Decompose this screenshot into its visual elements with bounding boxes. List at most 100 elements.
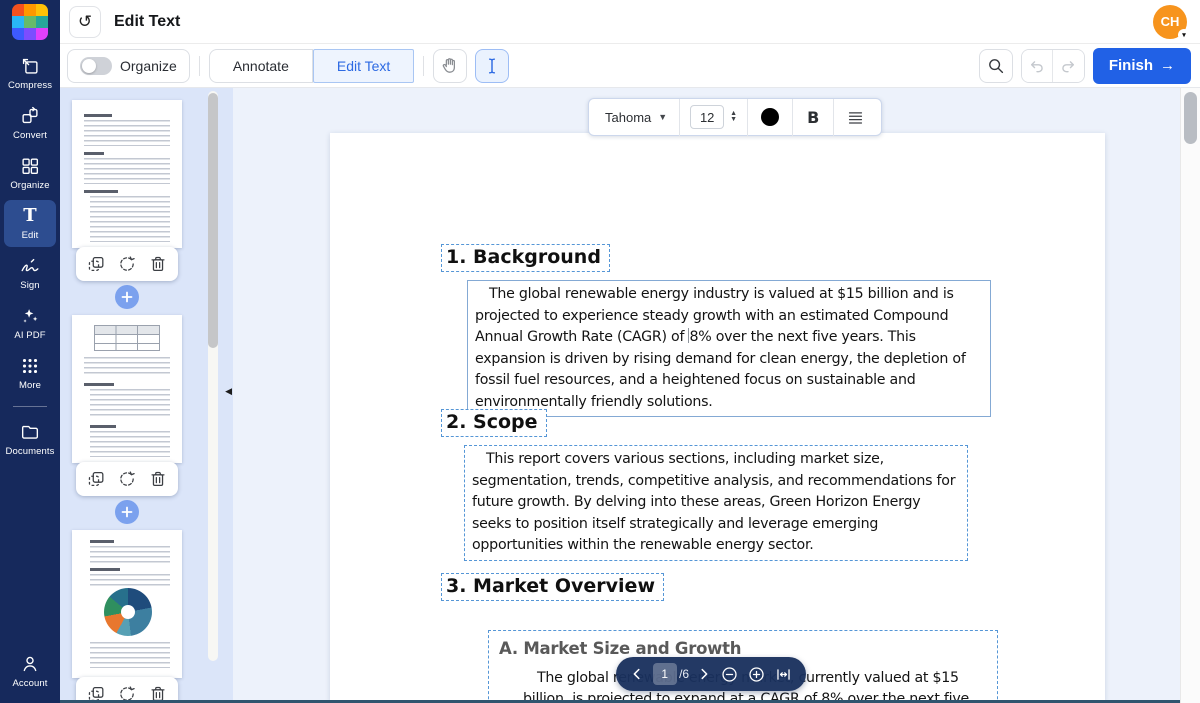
doc-heading-scope[interactable]: 2. Scope <box>441 409 547 437</box>
doc-paragraph-scope[interactable]: This report covers various sections, inc… <box>464 445 968 561</box>
text-color-swatch[interactable] <box>761 108 779 126</box>
decrease-size-icon[interactable]: ▼ <box>730 117 737 124</box>
thumbnail-panel: 1 <box>60 88 233 703</box>
app-sidebar: Compress Convert Organize T Edit Sign AI… <box>0 0 60 703</box>
next-page-button[interactable] <box>697 667 711 681</box>
duplicate-icon[interactable] <box>85 253 107 275</box>
add-page-button[interactable] <box>115 285 139 309</box>
sidebar-item-account[interactable]: Account <box>4 648 56 695</box>
sidebar-item-documents[interactable]: Documents <box>4 416 56 463</box>
app-logo[interactable] <box>12 4 48 40</box>
scrollbar-thumb[interactable] <box>208 93 218 348</box>
page-navigator: 1 /6 <box>616 657 806 691</box>
text-format-toolbar: Tahoma ▼ 12 ▲▼ B <box>588 98 882 136</box>
zoom-in-button[interactable] <box>747 665 766 684</box>
organize-toggle-button[interactable]: Organize <box>67 49 190 83</box>
toolbar-separator <box>423 56 424 76</box>
document-page[interactable]: 1. Background The global renewable energ… <box>330 133 1105 703</box>
font-size-stepper[interactable]: 12 ▲▼ <box>680 105 747 129</box>
canvas-scrollbar[interactable] <box>1180 88 1200 703</box>
grid-dots-icon <box>19 355 41 377</box>
undo-button[interactable] <box>1022 50 1053 82</box>
zoom-out-button[interactable] <box>720 665 739 684</box>
restart-button[interactable]: ↺ <box>69 6 101 38</box>
finish-button[interactable]: Finish → <box>1093 48 1191 84</box>
align-justify-button[interactable] <box>834 109 877 126</box>
sidebar-item-label: Organize <box>10 180 49 191</box>
document-canvas: 1. Background The global renewable energ… <box>233 88 1180 703</box>
rotate-icon[interactable] <box>116 468 138 490</box>
sidebar-item-compress[interactable]: Compress <box>4 50 56 97</box>
avatar[interactable]: CH ▾ <box>1153 5 1187 39</box>
pie-chart-thumbnail <box>104 588 152 636</box>
sidebar-item-label: Documents <box>6 446 55 457</box>
sidebar-item-organize[interactable]: Organize <box>4 150 56 197</box>
organize-icon <box>19 155 41 177</box>
current-page-field[interactable]: 1 <box>653 663 677 685</box>
thumbnail-actions <box>76 462 178 496</box>
chevron-down-icon: ▾ <box>1178 29 1190 41</box>
folder-icon <box>19 421 41 443</box>
sidebar-item-label: Convert <box>13 130 47 141</box>
sidebar-item-label: Account <box>12 678 47 689</box>
sidebar-item-convert[interactable]: Convert <box>4 100 56 147</box>
hand-icon <box>440 56 460 76</box>
duplicate-icon[interactable] <box>85 468 107 490</box>
arrow-right-icon: → <box>1160 57 1175 74</box>
chevron-down-icon: ▼ <box>658 112 667 122</box>
annotate-button[interactable]: Annotate <box>209 49 313 83</box>
doc-heading-market-overview[interactable]: 3. Market Overview <box>441 573 664 601</box>
sidebar-divider <box>13 406 47 407</box>
text-cursor-tool-button[interactable] <box>475 49 509 83</box>
page-thumbnail[interactable] <box>72 315 182 463</box>
ibeam-cursor-icon <box>483 56 501 76</box>
trash-icon[interactable] <box>147 253 169 275</box>
page-thumbnail[interactable] <box>72 100 182 248</box>
search-icon <box>986 56 1005 75</box>
signature-icon <box>19 255 41 277</box>
scrollbar-thumb[interactable] <box>1184 92 1197 144</box>
compress-icon <box>19 55 41 77</box>
font-family-value: Tahoma <box>605 110 651 125</box>
collapse-panel-arrow[interactable]: ◀ <box>225 386 232 397</box>
sidebar-item-more[interactable]: More <box>4 350 56 397</box>
sparkles-icon <box>19 305 41 327</box>
thumbnail-actions <box>76 247 178 281</box>
page-thumbnail-1: 1 <box>72 100 182 275</box>
toolbar-separator <box>199 56 200 76</box>
sidebar-item-label: Compress <box>8 80 52 91</box>
search-button[interactable] <box>979 49 1013 83</box>
previous-page-button[interactable] <box>630 667 644 681</box>
organize-label: Organize <box>120 58 177 74</box>
redo-button[interactable] <box>1053 50 1084 82</box>
font-size-value[interactable]: 12 <box>690 105 724 129</box>
redo-icon <box>1059 57 1077 75</box>
sidebar-item-label: Edit <box>22 230 39 241</box>
sidebar-item-label: More <box>19 380 41 391</box>
top-header: ↺ Edit Text CH ▾ <box>60 0 1200 44</box>
edit-text-button[interactable]: Edit Text <box>313 49 414 83</box>
account-icon <box>19 653 41 675</box>
organize-toggle[interactable] <box>80 57 112 75</box>
fit-width-button[interactable] <box>775 666 792 683</box>
sidebar-item-label: Sign <box>20 280 39 291</box>
add-page-button[interactable] <box>115 500 139 524</box>
sidebar-item-sign[interactable]: Sign <box>4 250 56 297</box>
font-family-select[interactable]: Tahoma ▼ <box>593 110 679 125</box>
page-thumbnail[interactable] <box>72 530 182 678</box>
total-pages-label: /6 <box>679 667 689 681</box>
finish-label: Finish <box>1109 57 1153 74</box>
undo-icon <box>1028 57 1046 75</box>
sidebar-item-ai-pdf[interactable]: AI PDF <box>4 300 56 347</box>
doc-paragraph-background[interactable]: The global renewable energy industry is … <box>467 280 991 417</box>
rotate-icon[interactable] <box>116 253 138 275</box>
edit-toolbar: Organize Annotate Edit Text <box>60 44 1200 88</box>
sidebar-item-edit[interactable]: T Edit <box>4 200 56 247</box>
trash-icon[interactable] <box>147 468 169 490</box>
hand-tool-button[interactable] <box>433 49 467 83</box>
page-thumbnail-3: 3 <box>72 530 182 703</box>
avatar-initials: CH <box>1161 14 1180 29</box>
doc-heading-background[interactable]: 1. Background <box>441 244 610 272</box>
bold-button[interactable]: B <box>793 108 833 127</box>
thumbnail-scrollbar[interactable] <box>208 91 218 661</box>
